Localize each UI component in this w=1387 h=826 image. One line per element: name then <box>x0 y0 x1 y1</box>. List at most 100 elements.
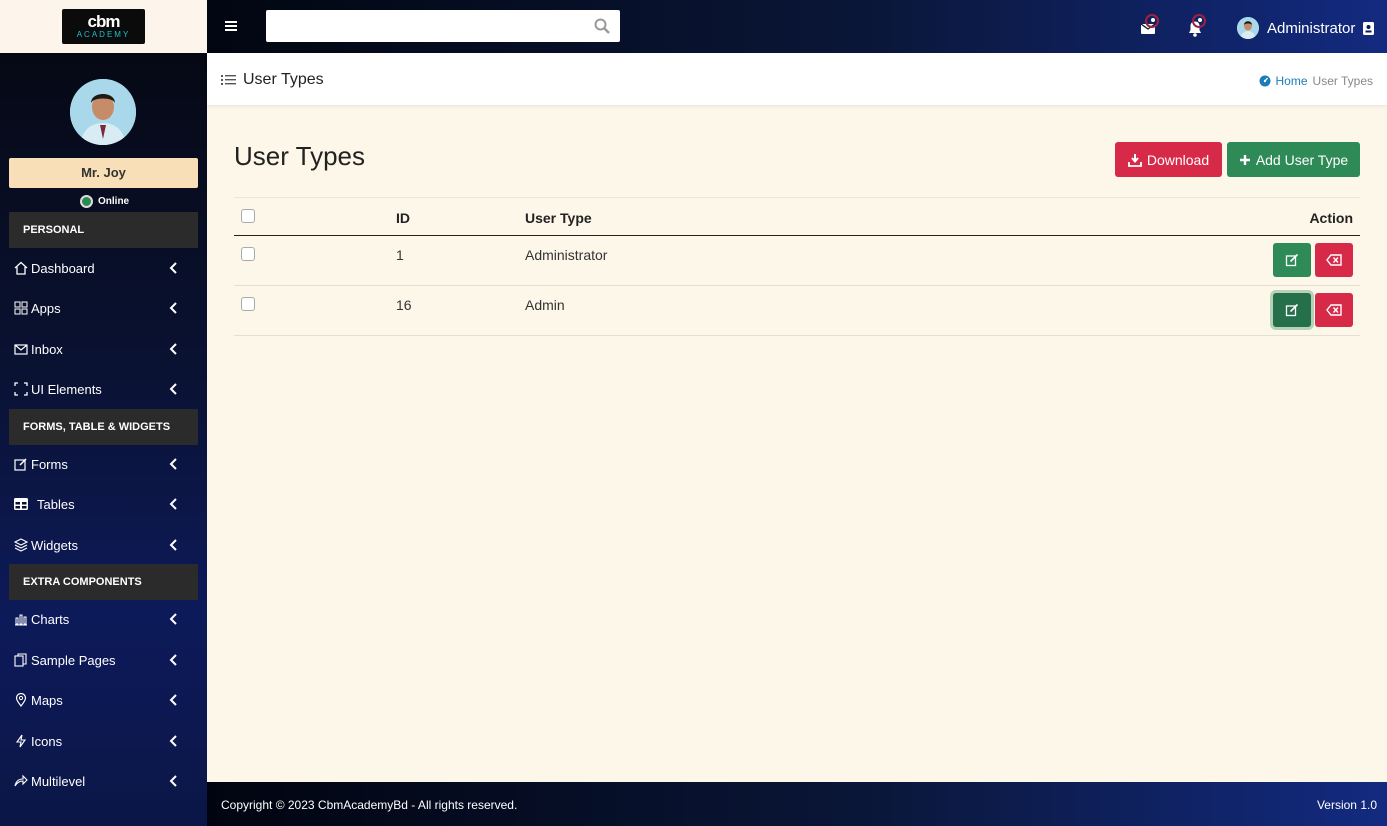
sidebar-item-label: Widgets <box>31 537 78 553</box>
list-icon <box>221 75 236 85</box>
user-menu[interactable]: Administrator <box>1237 17 1375 39</box>
cell-user-type: Admin <box>525 297 565 313</box>
user-avatar <box>70 79 136 145</box>
sidebar-item-sample-pages[interactable]: Sample Pages <box>13 645 185 675</box>
chevron-left-icon <box>169 539 177 551</box>
envelope-icon <box>13 341 29 357</box>
cell-user-type: Administrator <box>525 247 608 263</box>
layers-icon <box>13 537 29 553</box>
delete-button[interactable] <box>1315 293 1353 327</box>
section-extra-components: EXTRA COMPONENTS <box>9 564 198 600</box>
sidebar-item-label: Apps <box>31 300 61 316</box>
backspace-delete-icon <box>1326 304 1342 316</box>
backspace-delete-icon <box>1326 254 1342 266</box>
chevron-left-icon <box>169 735 177 747</box>
notification-bell-icon[interactable] <box>1185 14 1207 38</box>
section-forms-table-widgets: FORMS, TABLE & WIDGETS <box>9 409 198 445</box>
copy-icon <box>13 652 29 668</box>
table-header: ID User Type Action <box>234 197 1360 236</box>
id-card-icon <box>1363 21 1375 35</box>
footer-version: Version 1.0 <box>1316 798 1377 812</box>
sidebar-item-tables[interactable]: Tables <box>13 489 185 519</box>
column-header-user-type: User Type <box>525 210 592 226</box>
top-bar: Administrator <box>207 0 1387 53</box>
search-input[interactable] <box>266 10 620 42</box>
sidebar-item-label: Sample Pages <box>31 652 116 668</box>
column-header-action: Action <box>1309 210 1353 226</box>
chevron-left-icon <box>169 262 177 274</box>
online-status: Online <box>80 195 129 208</box>
logo-main-text: cbm <box>87 11 121 31</box>
sidebar-item-label: Inbox <box>31 341 63 357</box>
edit-button[interactable] <box>1273 293 1311 327</box>
breadcrumb-title-text: User Types <box>243 71 324 88</box>
share-icon <box>13 773 29 789</box>
row-checkbox[interactable] <box>241 297 255 311</box>
plus-icon <box>1239 154 1250 165</box>
select-all-checkbox[interactable] <box>241 209 255 223</box>
edit-icon <box>13 456 29 472</box>
download-button[interactable]: Download <box>1115 142 1222 177</box>
hamburger-menu-icon[interactable] <box>225 20 237 32</box>
sidebar-item-widgets[interactable]: Widgets <box>13 530 185 560</box>
user-name: Mr. Joy <box>9 158 198 188</box>
lightning-icon <box>13 733 29 749</box>
status-label: Online <box>98 196 130 207</box>
cell-id: 1 <box>396 247 404 263</box>
chevron-left-icon <box>169 383 177 395</box>
home-icon <box>13 260 29 276</box>
map-pin-icon <box>13 692 29 708</box>
delete-button[interactable] <box>1315 243 1353 277</box>
add-user-type-button[interactable]: Add User Type <box>1227 142 1360 177</box>
footer-copyright: Copyright © 2023 CbmAcademyBd - All righ… <box>221 798 518 812</box>
section-personal: PERSONAL <box>9 212 198 248</box>
row-checkbox[interactable] <box>241 247 255 261</box>
top-user-name: Administrator <box>1267 19 1356 37</box>
breadcrumb-title: User Types <box>221 71 324 89</box>
sidebar-item-label: Forms <box>31 456 68 472</box>
chevron-left-icon <box>169 343 177 355</box>
sidebar-item-ui-elements[interactable]: UI Elements <box>13 374 185 404</box>
chevron-left-icon <box>169 654 177 666</box>
table-icon <box>13 496 29 512</box>
breadcrumb-trail: Home User Types <box>1259 74 1373 88</box>
download-icon <box>1127 153 1142 167</box>
messages-icon[interactable] <box>1139 14 1161 38</box>
breadcrumb-current: User Types <box>1312 74 1373 88</box>
sidebar-item-maps[interactable]: Maps <box>13 685 185 715</box>
logo-sub-text: ACADEMY <box>76 29 131 39</box>
sidebar-item-icons[interactable]: Icons <box>13 726 185 756</box>
page-title: User Types <box>234 141 366 171</box>
cell-id: 16 <box>396 297 412 313</box>
grid-icon <box>13 300 29 316</box>
edit-icon <box>1285 253 1299 267</box>
dashboard-gauge-icon <box>1259 75 1271 87</box>
breadcrumb-home-link[interactable]: Home <box>1276 74 1308 88</box>
search-icon[interactable] <box>594 18 610 34</box>
download-button-label: Download <box>1146 151 1210 168</box>
bar-chart-icon <box>13 611 29 627</box>
sidebar-item-forms[interactable]: Forms <box>13 449 185 479</box>
frame-icon <box>13 381 29 397</box>
brand-logo[interactable]: cbm ACADEMY <box>62 9 145 44</box>
sidebar-item-label: Dashboard <box>31 260 95 276</box>
add-user-type-button-label: Add User Type <box>1255 151 1349 168</box>
sidebar-item-label: Maps <box>31 692 63 708</box>
edit-button[interactable] <box>1273 243 1311 277</box>
chevron-left-icon <box>169 694 177 706</box>
sidebar-item-apps[interactable]: Apps <box>13 293 185 323</box>
sidebar-item-inbox[interactable]: Inbox <box>13 334 185 364</box>
sidebar-item-dashboard[interactable]: Dashboard <box>13 253 185 283</box>
footer: Copyright © 2023 CbmAcademyBd - All righ… <box>207 782 1387 826</box>
chevron-left-icon <box>169 498 177 510</box>
table-row: 1 Administrator <box>234 236 1360 286</box>
sidebar-item-label: Tables <box>37 496 75 512</box>
logo-area: cbm ACADEMY <box>0 0 207 53</box>
sidebar-item-multilevel[interactable]: Multilevel <box>13 766 185 796</box>
table-row: 16 Admin <box>234 286 1360 336</box>
sidebar-item-label: Charts <box>31 611 70 627</box>
sidebar-item-charts[interactable]: Charts <box>13 604 185 634</box>
sidebar-item-label: Multilevel <box>31 773 86 789</box>
edit-icon <box>1285 303 1299 317</box>
sidebar: cbm ACADEMY Mr. Joy Online PERSONAL Dash… <box>0 0 207 826</box>
